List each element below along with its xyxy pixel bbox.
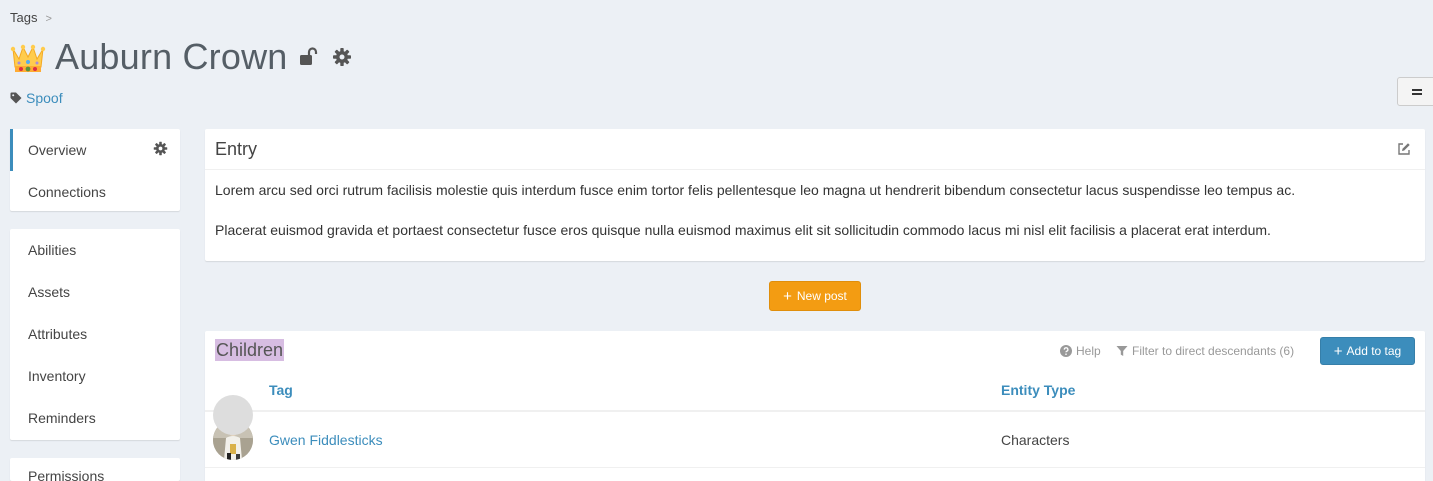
children-card: Children Help Filter to direct descendan…	[205, 331, 1425, 481]
sidebar-item-label: Overview	[28, 142, 87, 158]
filter-label: Filter to direct descendants (6)	[1132, 344, 1295, 358]
sidebar-item-abilities[interactable]: Abilities	[10, 229, 180, 271]
add-to-tag-button[interactable]: + Add to tag	[1320, 337, 1415, 365]
sidebar-item-connections[interactable]: Connections	[10, 171, 180, 213]
new-post-label: New post	[796, 289, 847, 303]
sidebar-group-permissions: Permissions	[10, 458, 180, 481]
sidebar-item-label: Permissions	[28, 468, 105, 481]
sidebar-item-label: Reminders	[28, 410, 96, 426]
help-link[interactable]: Help	[1060, 344, 1101, 358]
help-label: Help	[1076, 344, 1101, 358]
crown-icon	[10, 44, 46, 72]
sidebar-item-permissions[interactable]: Permissions	[10, 458, 180, 481]
tag-link-spoof[interactable]: Spoof	[26, 90, 63, 106]
column-header-entity-type[interactable]: Entity Type	[1001, 382, 1075, 398]
entry-card: Entry Lorem arcu sed orci rutrum facilis…	[205, 129, 1425, 261]
sidebar-item-overview[interactable]: Overview	[10, 129, 180, 171]
sidebar-item-label: Attributes	[28, 326, 88, 342]
unlock-icon[interactable]	[298, 47, 318, 67]
entry-paragraph: Placerat euismod gravida et portaest con…	[215, 222, 1271, 238]
children-title: Children	[215, 339, 285, 361]
sidebar-group-features: Abilities Assets Attributes Inventory Re…	[10, 229, 180, 440]
question-circle-icon	[1060, 345, 1072, 357]
entry-paragraph: Lorem arcu sed orci rutrum facilisis mol…	[215, 182, 1296, 198]
table-row: Gwen Fiddlesticks Characters	[205, 412, 1425, 468]
row-tag-name-link[interactable]: Gwen Fiddlesticks	[269, 432, 383, 448]
page-header: Auburn Crown	[10, 36, 352, 78]
sidebar-item-label: Connections	[28, 184, 106, 200]
tag-icon	[10, 92, 22, 104]
row-entity-type: Characters	[1001, 432, 1070, 448]
sidebar-item-inventory[interactable]: Inventory	[10, 355, 180, 397]
new-post-button[interactable]: + New post	[769, 281, 861, 311]
sidebar-group-main: Overview Connections	[10, 129, 180, 211]
entry-title: Entry	[215, 138, 258, 159]
sidebar-item-label: Abilities	[28, 242, 77, 258]
gear-icon[interactable]	[153, 141, 168, 156]
menu-toggle-button[interactable]	[1397, 77, 1433, 106]
filter-direct-descendants-link[interactable]: Filter to direct descendants (6)	[1116, 344, 1294, 358]
sidebar-item-reminders[interactable]: Reminders	[10, 397, 180, 439]
avatar[interactable]	[213, 395, 253, 435]
page-title: Auburn Crown	[55, 36, 288, 77]
sidebar-item-attributes[interactable]: Attributes	[10, 313, 180, 355]
entry-header: Entry	[205, 129, 1425, 170]
sidebar-item-assets[interactable]: Assets	[10, 271, 180, 313]
edit-icon[interactable]	[1397, 142, 1411, 156]
column-header-tag[interactable]: Tag	[269, 382, 293, 398]
plus-icon: +	[783, 287, 792, 305]
sidebar-item-label: Assets	[28, 284, 71, 300]
breadcrumb: Tags >	[10, 10, 52, 25]
gear-icon[interactable]	[332, 47, 352, 67]
breadcrumb-separator: >	[45, 13, 52, 25]
add-to-tag-label: Add to tag	[1346, 344, 1402, 358]
entry-body: Lorem arcu sed orci rutrum facilisis mol…	[205, 170, 1425, 270]
breadcrumb-tags-link[interactable]: Tags	[10, 10, 37, 25]
sidebar-item-label: Inventory	[28, 368, 86, 384]
hamburger-icon	[1412, 88, 1422, 95]
filter-icon	[1116, 346, 1128, 356]
tag-line: Spoof	[10, 90, 63, 106]
plus-icon: +	[1333, 342, 1343, 360]
